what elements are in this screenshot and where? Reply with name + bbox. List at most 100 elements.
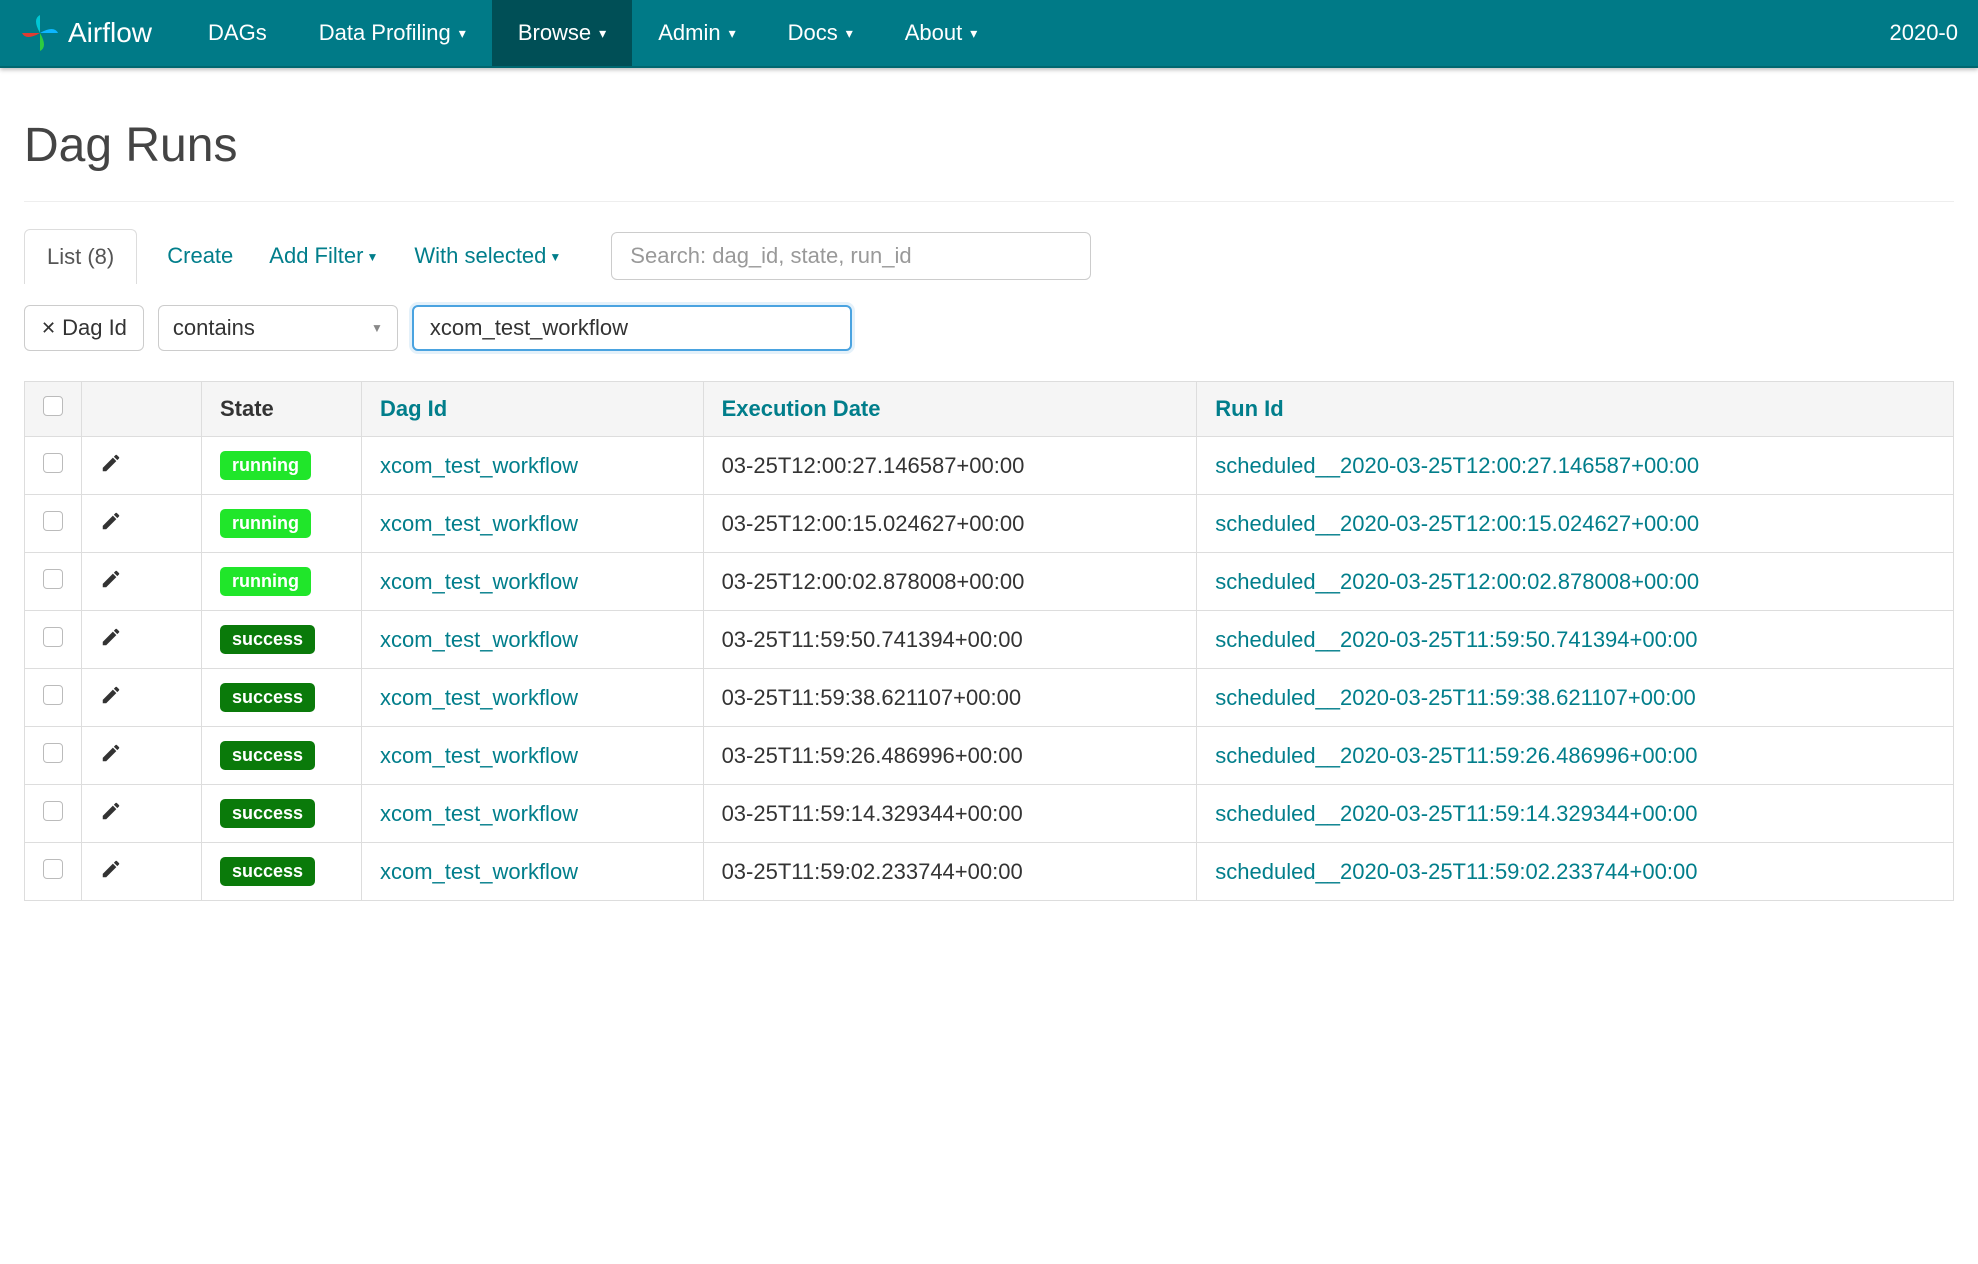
run-id-cell[interactable]: scheduled__2020-03-25T11:59:38.621107+00… <box>1197 669 1954 727</box>
edit-icon[interactable] <box>100 452 122 480</box>
row-checkbox[interactable] <box>43 627 63 647</box>
row-checkbox[interactable] <box>43 801 63 821</box>
with-selected-label: With selected <box>414 243 546 268</box>
state-badge: success <box>220 799 315 828</box>
run-id-cell[interactable]: scheduled__2020-03-25T12:00:15.024627+00… <box>1197 495 1954 553</box>
utc-clock: 2020-0 <box>1889 20 1958 46</box>
nav-item-label: Admin <box>658 20 720 46</box>
caret-down-icon: ▾ <box>459 25 466 42</box>
filter-value-input[interactable] <box>412 305 852 351</box>
caret-down-icon: ▼ <box>366 250 378 264</box>
table-row: success xcom_test_workflow03-25T11:59:50.… <box>25 611 1954 669</box>
edit-icon[interactable] <box>100 626 122 654</box>
caret-down-icon: ▾ <box>729 25 736 42</box>
dag-id-cell[interactable]: xcom_test_workflow <box>362 669 704 727</box>
edit-icon[interactable] <box>100 742 122 770</box>
nav-item-about[interactable]: About▾ <box>879 0 1004 66</box>
main-container: Dag Runs List (8) Create Add Filter▼ Wit… <box>0 68 1978 931</box>
state-badge: running <box>220 451 311 480</box>
caret-down-icon: ▾ <box>599 25 606 42</box>
caret-down-icon: ▾ <box>846 25 853 42</box>
filter-op-select[interactable]: contains ▼ <box>158 305 398 351</box>
filter-field-chip[interactable]: ✕ Dag Id <box>24 305 144 351</box>
execution-date-cell: 03-25T12:00:27.146587+00:00 <box>703 437 1197 495</box>
execution-date-cell: 03-25T11:59:50.741394+00:00 <box>703 611 1197 669</box>
row-checkbox[interactable] <box>43 685 63 705</box>
edit-icon[interactable] <box>100 510 122 538</box>
brand[interactable]: Airflow <box>20 13 152 53</box>
nav-item-dags[interactable]: DAGs <box>182 0 293 66</box>
run-id-cell[interactable]: scheduled__2020-03-25T11:59:14.329344+00… <box>1197 785 1954 843</box>
state-badge: success <box>220 625 315 654</box>
state-badge: success <box>220 857 315 886</box>
state-badge: success <box>220 741 315 770</box>
col-actions <box>82 382 202 437</box>
row-checkbox[interactable] <box>43 511 63 531</box>
col-run-id[interactable]: Run Id <box>1197 382 1954 437</box>
table-row: successxcom_test_workflow03-25T11:59:26.… <box>25 727 1954 785</box>
separator <box>24 201 1954 202</box>
execution-date-cell: 03-25T12:00:15.024627+00:00 <box>703 495 1197 553</box>
table-row: success xcom_test_workflow03-25T11:59:02.… <box>25 843 1954 901</box>
dag-id-cell[interactable]: xcom_test_workflow <box>362 785 704 843</box>
create-link[interactable]: Create <box>161 229 239 283</box>
brand-label: Airflow <box>68 17 152 49</box>
dag-id-cell[interactable]: xcom_test_workflow <box>362 843 704 901</box>
table-header-row: State Dag Id Execution Date Run Id <box>25 382 1954 437</box>
remove-filter-icon[interactable]: ✕ <box>41 318 56 339</box>
navbar: Airflow DAGsData Profiling▾Browse▾Admin▾… <box>0 0 1978 68</box>
col-dag-id[interactable]: Dag Id <box>362 382 704 437</box>
dag-id-cell[interactable]: xcom_test_workflow <box>362 495 704 553</box>
dag-runs-table: State Dag Id Execution Date Run Id runni… <box>24 381 1954 901</box>
table-body: runningxcom_test_workflow03-25T12:00:27.… <box>25 437 1954 901</box>
table-row: success xcom_test_workflow03-25T11:59:14.… <box>25 785 1954 843</box>
nav-item-data-profiling[interactable]: Data Profiling ▾ <box>293 0 492 66</box>
row-checkbox[interactable] <box>43 453 63 473</box>
dag-id-cell[interactable]: xcom_test_workflow <box>362 727 704 785</box>
dag-id-cell[interactable]: xcom_test_workflow <box>362 553 704 611</box>
row-checkbox[interactable] <box>43 743 63 763</box>
execution-date-cell: 03-25T11:59:14.329344+00:00 <box>703 785 1197 843</box>
run-id-cell[interactable]: scheduled__2020-03-25T11:59:50.741394+00… <box>1197 611 1954 669</box>
nav-item-browse[interactable]: Browse▾ <box>492 0 632 66</box>
dag-id-cell[interactable]: xcom_test_workflow <box>362 437 704 495</box>
table-row: running xcom_test_workflow03-25T12:00:15.… <box>25 495 1954 553</box>
run-id-cell[interactable]: scheduled__2020-03-25T12:00:27.146587+00… <box>1197 437 1954 495</box>
nav-item-docs[interactable]: Docs ▾ <box>762 0 879 66</box>
state-badge: success <box>220 683 315 712</box>
add-filter-link[interactable]: Add Filter▼ <box>263 229 384 283</box>
state-badge: running <box>220 509 311 538</box>
nav-item-label: Docs <box>788 20 838 46</box>
edit-icon[interactable] <box>100 800 122 828</box>
search-input[interactable] <box>611 232 1091 280</box>
col-execution-date[interactable]: Execution Date <box>703 382 1197 437</box>
edit-icon[interactable] <box>100 568 122 596</box>
edit-icon[interactable] <box>100 858 122 886</box>
edit-icon[interactable] <box>100 684 122 712</box>
run-id-cell[interactable]: scheduled__2020-03-25T12:00:02.878008+00… <box>1197 553 1954 611</box>
add-filter-label: Add Filter <box>269 243 363 268</box>
run-id-cell[interactable]: scheduled__2020-03-25T11:59:02.233744+00… <box>1197 843 1954 901</box>
run-id-cell[interactable]: scheduled__2020-03-25T11:59:26.486996+00… <box>1197 727 1954 785</box>
page-title: Dag Runs <box>24 118 1954 173</box>
with-selected-link[interactable]: With selected▼ <box>408 229 567 283</box>
nav-item-label: Data Profiling <box>319 20 451 46</box>
filter-field-label: Dag Id <box>62 315 127 341</box>
nav-item-label: DAGs <box>208 20 267 46</box>
nav-items: DAGsData Profiling▾Browse▾Admin▾Docs▾Abo… <box>182 0 1003 66</box>
table-row: running xcom_test_workflow03-25T12:00:27.… <box>25 437 1954 495</box>
dag-id-cell[interactable]: xcom_test_workflow <box>362 611 704 669</box>
caret-down-icon: ▼ <box>549 250 561 264</box>
execution-date-cell: 03-25T12:00:02.878008+00:00 <box>703 553 1197 611</box>
tab-list[interactable]: List (8) <box>24 229 137 284</box>
nav-item-admin[interactable]: Admin ▾ <box>632 0 761 66</box>
select-all-checkbox[interactable] <box>43 396 63 416</box>
tab-row: List (8) Create Add Filter▼ With selecte… <box>24 228 1954 283</box>
row-checkbox[interactable] <box>43 569 63 589</box>
caret-down-icon: ▾ <box>970 25 977 42</box>
col-checkbox <box>25 382 82 437</box>
table-row: successxcom_test_workflow03-25T11:59:38.… <box>25 669 1954 727</box>
execution-date-cell: 03-25T11:59:02.233744+00:00 <box>703 843 1197 901</box>
table-row: runningxcom_test_workflow03-25T12:00:02.… <box>25 553 1954 611</box>
row-checkbox[interactable] <box>43 859 63 879</box>
